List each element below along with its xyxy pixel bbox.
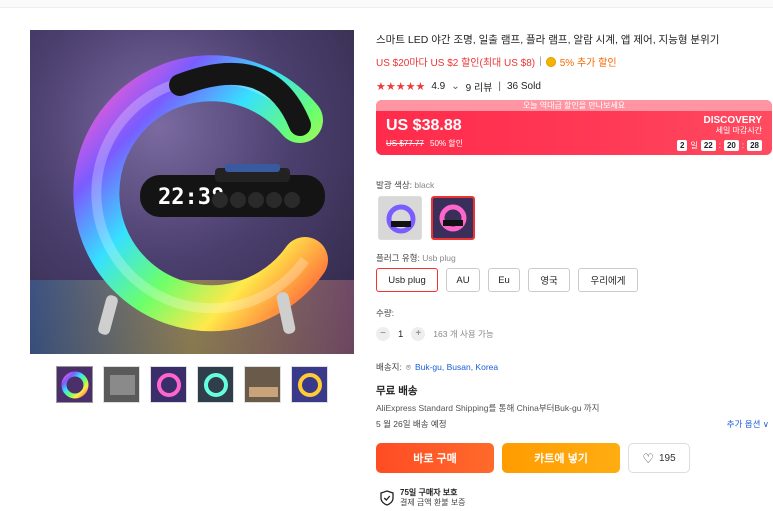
thumbnail[interactable] — [244, 366, 281, 403]
countdown-timer: 2 일 22 : 20 : 28 — [676, 140, 762, 151]
heart-icon: ♡ — [642, 450, 654, 466]
available-count: 163 개 사용 가능 — [433, 329, 494, 339]
sold-count: 36 Sold — [506, 81, 541, 92]
deal-banner: 오늘 역대급 할인을 만나보세요 US $38.88 US $77.77 50%… — [376, 100, 772, 155]
plug-option-usb[interactable]: Usb plug — [376, 268, 438, 292]
color-label: 발광 색상: black — [376, 180, 435, 190]
rating-value: 4.9 — [431, 81, 446, 92]
ends-label: 세일 마감시간 — [715, 126, 762, 135]
deal-headline: 오늘 역대급 할인을 만나보세요 — [376, 100, 772, 111]
thumbnail[interactable] — [56, 366, 93, 403]
shield-check-icon — [380, 490, 394, 506]
original-price: US $77.77 — [386, 139, 424, 148]
buyer-protection: 75일 구매자 보호 결제 금액 환불 보증 — [380, 488, 466, 508]
color-value: black — [414, 180, 435, 190]
sale-countdown: DISCOVERY 세일 마감시간 2 일 22 : 20 : 28 — [676, 115, 762, 151]
timer-minutes: 20 — [723, 140, 739, 151]
discount-percent: 50% 할인 — [430, 139, 464, 148]
promo-line: US $20마다 US $2 할인(최대 US $8) | 5% 추가 할인 — [376, 54, 617, 69]
delivery-eta: 5 월 26일 배송 예정 — [376, 419, 447, 429]
promo-text: US $20마다 US $2 할인(최대 US $8) — [376, 58, 536, 69]
plug-option-eu[interactable]: Eu — [488, 268, 520, 292]
star-rating-icon: ★★★★★ — [376, 81, 426, 93]
thumbnail[interactable] — [103, 366, 140, 403]
current-price: US $38.88 — [386, 117, 462, 134]
more-options-link[interactable]: 추가 옵션 ∨ — [727, 418, 769, 430]
reviews-link[interactable]: 9 리뷰 — [466, 79, 493, 94]
protection-title: 75일 구매자 보호 — [400, 488, 458, 497]
free-shipping: 무료 배송 — [376, 385, 418, 397]
wishlist-count: 195 — [658, 452, 676, 464]
top-bar — [0, 0, 773, 8]
day-label: 일 — [690, 141, 698, 150]
plug-option-au[interactable]: AU — [446, 268, 480, 292]
color-swatch-2[interactable] — [431, 196, 475, 240]
chevron-down-icon[interactable]: ⌄ — [451, 81, 459, 92]
plug-option-uk[interactable]: 영국 — [528, 268, 570, 292]
thumbnail[interactable] — [197, 366, 234, 403]
timer-seconds: 28 — [747, 140, 762, 151]
add-to-cart-button[interactable]: 카트에 넣기 — [502, 443, 620, 473]
ship-to: 배송지: ⌾ Buk-gu, Busan, Korea — [376, 361, 499, 373]
timer-hours: 22 — [700, 140, 716, 151]
thumbnail[interactable] — [150, 366, 187, 403]
quantity-label: 수량: — [376, 308, 395, 318]
thumbnail[interactable] — [291, 366, 328, 403]
coin-icon — [545, 56, 556, 67]
thumbnail-strip — [56, 366, 328, 403]
protection-subtitle: 결제 금액 환불 보증 — [400, 498, 466, 507]
main-product-image[interactable]: 22:38 — [30, 30, 354, 354]
plug-option-us[interactable]: 우리에게 — [578, 268, 638, 292]
buy-now-button[interactable]: 바로 구매 — [376, 443, 494, 473]
product-title: 스마트 LED 야간 조명, 일출 램프, 플라 램프, 알람 시계, 앱 제어… — [376, 34, 720, 46]
ship-location-link[interactable]: Buk-gu, Busan, Korea — [415, 362, 498, 372]
timer-days: 2 — [676, 140, 688, 151]
plug-label: 플러그 유형: Usb plug — [376, 253, 456, 263]
minus-button[interactable]: − — [376, 327, 390, 341]
plus-button[interactable]: + — [411, 327, 426, 341]
rating-row: ★★★★★ 4.9 ⌄ 9 리뷰 | 36 Sold — [376, 79, 541, 94]
quantity-stepper: − 1 + 163 개 사용 가능 — [376, 327, 494, 341]
plug-value: Usb plug — [422, 253, 456, 263]
quantity-value[interactable]: 1 — [398, 329, 403, 340]
color-swatch-1[interactable] — [378, 196, 422, 240]
wishlist-button[interactable]: ♡ 195 — [628, 443, 690, 473]
location-pin-icon: ⌾ — [405, 361, 411, 372]
shipping-method: AliExpress Standard Shipping를 통해 China부터… — [376, 403, 600, 413]
original-price-row: US $77.77 50% 할인 — [386, 138, 463, 149]
event-name: DISCOVERY — [703, 115, 762, 126]
extra-discount[interactable]: 5% 추가 할인 — [560, 54, 617, 69]
